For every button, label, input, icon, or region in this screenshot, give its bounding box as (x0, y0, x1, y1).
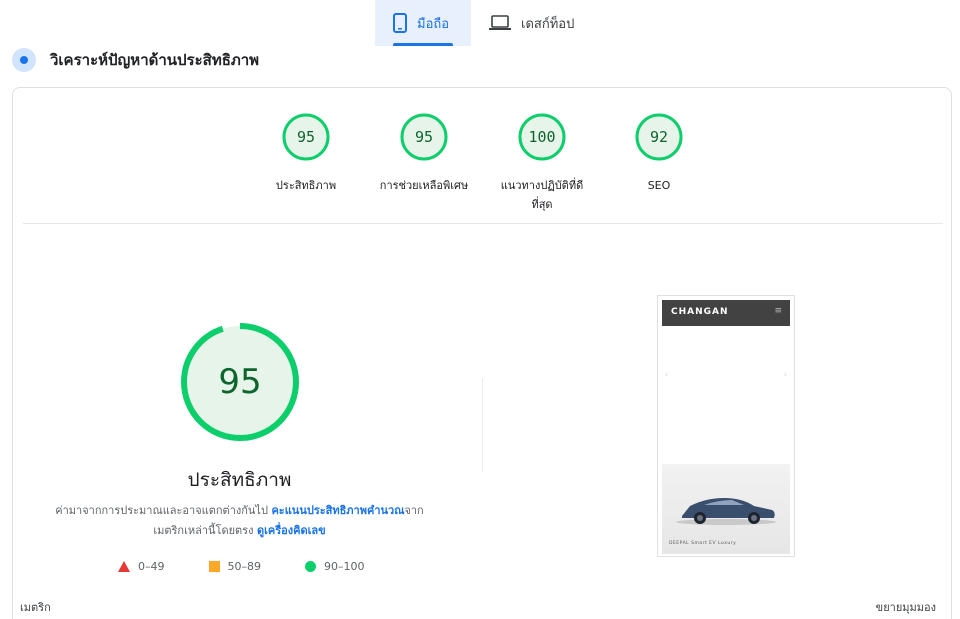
gauge-label: การช่วยเหลือพิเศษ (379, 179, 469, 192)
device-tabs: มือถือ เดสก์ท็อป (375, 0, 592, 46)
brand-logo: CHANGAN (671, 307, 729, 317)
performance-title: ประสิทธิภาพ (187, 469, 292, 491)
carousel-left-arrow-icon: ‹ (665, 370, 669, 379)
score-ring: 95 (281, 112, 331, 162)
desc-text: จาก (404, 504, 424, 517)
hamburger-menu-icon: ≡ (774, 306, 782, 316)
carousel-right-arrow-icon: › (783, 370, 787, 379)
performance-description: ค่ามาจากการประมาณและอาจแตกต่างกันไป คะแน… (43, 501, 436, 541)
gauge-label: SEO (647, 179, 671, 192)
performance-score-gauge: 95 (180, 322, 300, 442)
pass-circle-icon (305, 561, 316, 572)
expand-view-button[interactable]: ขยายมุมมอง (876, 598, 936, 616)
gauge-seo[interactable]: 92 SEO (604, 112, 714, 195)
fail-triangle-icon (118, 561, 130, 572)
score-calculation-link[interactable]: คะแนนประสิทธิภาพคำนวณ (271, 504, 404, 517)
category-gauges: 95 ประสิทธิภาพ 95 การช่วยเหลือพิเศษ 100 … (13, 112, 953, 212)
report-card: 95 ประสิทธิภาพ 95 การช่วยเหลือพิเศษ 100 … (12, 87, 952, 619)
diagnose-icon (12, 48, 36, 72)
score-legend: 0–49 50–89 90–100 (118, 560, 409, 573)
desc-text: เมตริกเหล่านี้โดยตรง (153, 524, 257, 537)
legend-fail: 0–49 (118, 560, 165, 573)
section-title: วิเคราะห์ปัญหาด้านประสิทธิภาพ (50, 51, 260, 69)
gauge-label: แนวทางปฏิบัติที่ดี ที่สุด (487, 176, 597, 214)
legend-range: 50–89 (227, 560, 262, 573)
calculator-link[interactable]: ดูเครื่องคิดเลข (257, 524, 326, 537)
metrics-label: เมตริก (20, 601, 51, 614)
score-value: 95 (414, 128, 434, 146)
tab-mobile-label: มือถือ (417, 16, 450, 32)
score-value: 100 (528, 128, 556, 146)
divider (23, 223, 943, 224)
desc-text: ค่ามาจากการประมาณและอาจแตกต่างกันไป (55, 504, 272, 517)
score-ring: 95 (399, 112, 449, 162)
smartphone-icon (393, 13, 407, 33)
gauge-label-line1: แนวทางปฏิบัติที่ดี (500, 179, 584, 192)
score-value: 92 (649, 128, 669, 146)
score-value: 95 (296, 128, 316, 146)
score-ring: 100 (517, 112, 567, 162)
legend-pass: 90–100 (305, 560, 365, 573)
average-square-icon (208, 561, 220, 572)
vertical-divider (482, 378, 483, 472)
gauge-label-line2: ที่สุด (531, 198, 553, 211)
car-hero-image: DEEPAL Smart EV Luxury (662, 464, 790, 554)
tab-mobile[interactable]: มือถือ (375, 0, 471, 46)
final-screenshot[interactable]: CHANGAN ≡ ‹ › DEEPAL Smart EV Luxury (657, 295, 795, 557)
gauge-accessibility[interactable]: 95 การช่วยเหลือพิเศษ (369, 112, 479, 195)
legend-range: 90–100 (324, 560, 365, 573)
site-header-bar: CHANGAN ≡ (662, 300, 790, 326)
legend-range: 0–49 (138, 560, 165, 573)
gauge-label: ประสิทธิภาพ (275, 179, 337, 192)
section-header: วิเคราะห์ปัญหาด้านประสิทธิภาพ (12, 48, 259, 72)
tab-desktop[interactable]: เดสก์ท็อป (471, 0, 592, 46)
gauge-performance[interactable]: 95 ประสิทธิภาพ (251, 112, 361, 195)
score-ring: 92 (634, 112, 684, 162)
tab-desktop-label: เดสก์ท็อป (521, 16, 575, 32)
hero-caption: DEEPAL Smart EV Luxury (669, 541, 737, 546)
legend-average: 50–89 (208, 560, 262, 573)
laptop-icon (489, 15, 511, 31)
performance-score-value: 95 (218, 362, 262, 402)
gauge-best-practices[interactable]: 100 แนวทางปฏิบัติที่ดี ที่สุด (487, 112, 597, 214)
